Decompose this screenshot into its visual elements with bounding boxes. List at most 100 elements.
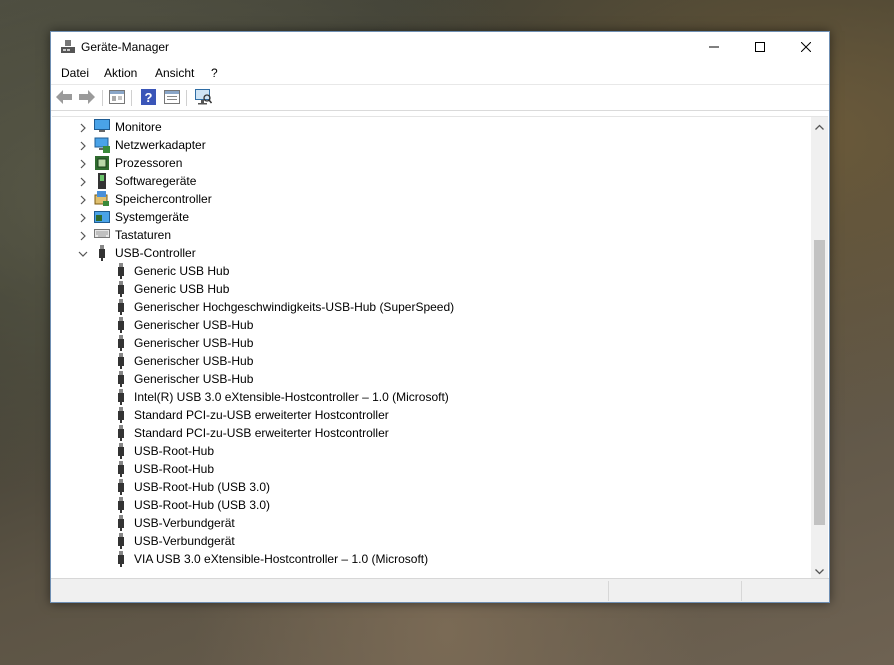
tree-category-label: Softwaregeräte — [115, 174, 197, 188]
tree-device-label: Generischer USB-Hub — [134, 336, 254, 350]
chevron-right-icon[interactable] — [78, 194, 88, 205]
tree-device-item[interactable]: Generischer USB-Hub — [52, 352, 810, 370]
scroll-up-button[interactable] — [811, 117, 828, 134]
properties-icon — [109, 89, 125, 107]
toolbar-separator — [102, 90, 103, 106]
tree-device-item[interactable]: Generischer Hochgeschwindigkeits-USB-Hub… — [52, 298, 810, 316]
tree-device-label: USB-Root-Hub (USB 3.0) — [134, 498, 271, 512]
tree-category-prozessoren[interactable]: Prozessoren — [52, 154, 810, 172]
software-device-icon — [94, 173, 110, 189]
forward-icon — [79, 89, 95, 107]
usb-icon — [116, 263, 132, 279]
menu-aktion[interactable]: Aktion — [104, 66, 137, 80]
menu-datei[interactable]: Datei — [61, 66, 89, 80]
update-driver-button[interactable] — [163, 89, 181, 107]
usb-icon — [116, 533, 132, 549]
tree-category-label: Monitore — [115, 120, 162, 134]
forward-button[interactable] — [78, 89, 96, 107]
tree-device-item[interactable]: Standard PCI-zu-USB erweiterter Hostcont… — [52, 406, 810, 424]
tree-device-label: Standard PCI-zu-USB erweiterter Hostcont… — [134, 426, 389, 440]
status-pane — [741, 581, 742, 601]
status-pane — [608, 581, 609, 601]
monitor-icon — [94, 119, 110, 135]
tree-category-usb-controller[interactable]: USB-Controller — [52, 244, 810, 262]
chevron-right-icon[interactable] — [78, 158, 88, 169]
tree-device-item[interactable]: Generic USB Hub — [52, 262, 810, 280]
tree-device-item[interactable]: USB-Root-Hub — [52, 442, 810, 460]
maximize-icon — [755, 42, 765, 52]
properties-button[interactable] — [108, 89, 126, 107]
tree-device-item[interactable]: USB-Root-Hub (USB 3.0) — [52, 478, 810, 496]
tree-category-softwareger-te[interactable]: Softwaregeräte — [52, 172, 810, 190]
chevron-right-icon[interactable] — [78, 122, 88, 133]
minimize-icon — [709, 42, 719, 52]
tree-category-label: USB-Controller — [115, 246, 196, 260]
usb-icon — [116, 353, 132, 369]
status-bar — [51, 578, 829, 602]
menu-ansicht[interactable]: Ansicht — [155, 66, 194, 80]
tree-device-item[interactable]: Generic USB Hub — [52, 280, 810, 298]
tree-device-item[interactable]: USB-Root-Hub — [52, 460, 810, 478]
chevron-down-icon — [815, 564, 824, 578]
device-tree[interactable]: Monitore Netzwerkadapter Prozessoren Softwa… — [52, 116, 828, 579]
chevron-right-icon[interactable] — [78, 140, 88, 151]
usb-icon — [116, 407, 132, 423]
usb-icon — [116, 299, 132, 315]
tree-device-label: USB-Root-Hub — [134, 444, 215, 458]
chevron-right-icon[interactable] — [78, 230, 88, 241]
tree-device-item[interactable]: USB-Verbundgerät — [52, 514, 810, 532]
tree-category-label: Speichercontroller — [115, 192, 212, 206]
usb-icon — [116, 497, 132, 513]
usb-icon — [116, 551, 132, 567]
tree-category-label: Netzwerkadapter — [115, 138, 206, 152]
tree-device-item[interactable]: Generischer USB-Hub — [52, 370, 810, 388]
menu-help[interactable]: ? — [211, 66, 218, 80]
toolbar-separator — [131, 90, 132, 106]
scroll-down-button[interactable] — [811, 562, 828, 579]
scrollbar-thumb[interactable] — [814, 240, 825, 526]
minimize-button[interactable] — [691, 32, 737, 62]
tree-device-item[interactable]: USB-Verbundgerät — [52, 532, 810, 550]
update-driver-icon — [164, 89, 180, 107]
tree-device-label: Generic USB Hub — [134, 264, 230, 278]
title-bar[interactable]: Geräte-Manager — [51, 32, 829, 62]
chevron-down-icon[interactable] — [78, 248, 88, 258]
toolbar-separator — [186, 90, 187, 106]
vertical-scrollbar[interactable] — [811, 117, 828, 579]
tree-category-label: Prozessoren — [115, 156, 183, 170]
close-button[interactable] — [783, 32, 829, 62]
usb-icon — [116, 461, 132, 477]
usb-icon — [116, 479, 132, 495]
tree-device-item[interactable]: Generischer USB-Hub — [52, 334, 810, 352]
tree-device-label: Generic USB Hub — [134, 282, 230, 296]
network-adapter-icon — [94, 137, 110, 153]
scan-hardware-button[interactable] — [194, 88, 212, 107]
tree-category-monitore[interactable]: Monitore — [52, 118, 810, 136]
tree-device-item[interactable]: USB-Root-Hub (USB 3.0) — [52, 496, 810, 514]
tree-device-item[interactable]: Generischer USB-Hub — [52, 316, 810, 334]
keyboard-icon — [94, 227, 110, 243]
tree-category-netzwerkadapter[interactable]: Netzwerkadapter — [52, 136, 810, 154]
maximize-button[interactable] — [737, 32, 783, 62]
tree-device-label: Standard PCI-zu-USB erweiterter Hostcont… — [134, 408, 389, 422]
close-icon — [801, 42, 811, 52]
chevron-right-icon[interactable] — [78, 176, 88, 187]
system-device-icon — [94, 209, 110, 225]
tree-device-label: Generischer Hochgeschwindigkeits-USB-Hub… — [134, 300, 455, 314]
window-title: Geräte-Manager — [81, 40, 170, 54]
help-button[interactable]: ? — [139, 88, 157, 108]
tree-category-label: Tastaturen — [115, 228, 172, 242]
chevron-right-icon[interactable] — [78, 212, 88, 223]
tree-device-label: Generischer USB-Hub — [134, 318, 254, 332]
tree-category-systemger-te[interactable]: Systemgeräte — [52, 208, 810, 226]
tree-device-item[interactable]: VIA USB 3.0 eXtensible-Hostcontroller – … — [52, 550, 810, 568]
tree-category-tastaturen[interactable]: Tastaturen — [52, 226, 810, 244]
usb-icon — [97, 245, 113, 261]
back-button[interactable] — [55, 89, 73, 107]
usb-icon — [116, 389, 132, 405]
help-icon: ? — [140, 88, 156, 108]
tree-device-item[interactable]: Standard PCI-zu-USB erweiterter Hostcont… — [52, 424, 810, 442]
tree-device-item[interactable]: Intel(R) USB 3.0 eXtensible-Hostcontroll… — [52, 388, 810, 406]
processor-icon — [94, 155, 110, 171]
tree-category-speichercontroller[interactable]: Speichercontroller — [52, 190, 810, 208]
